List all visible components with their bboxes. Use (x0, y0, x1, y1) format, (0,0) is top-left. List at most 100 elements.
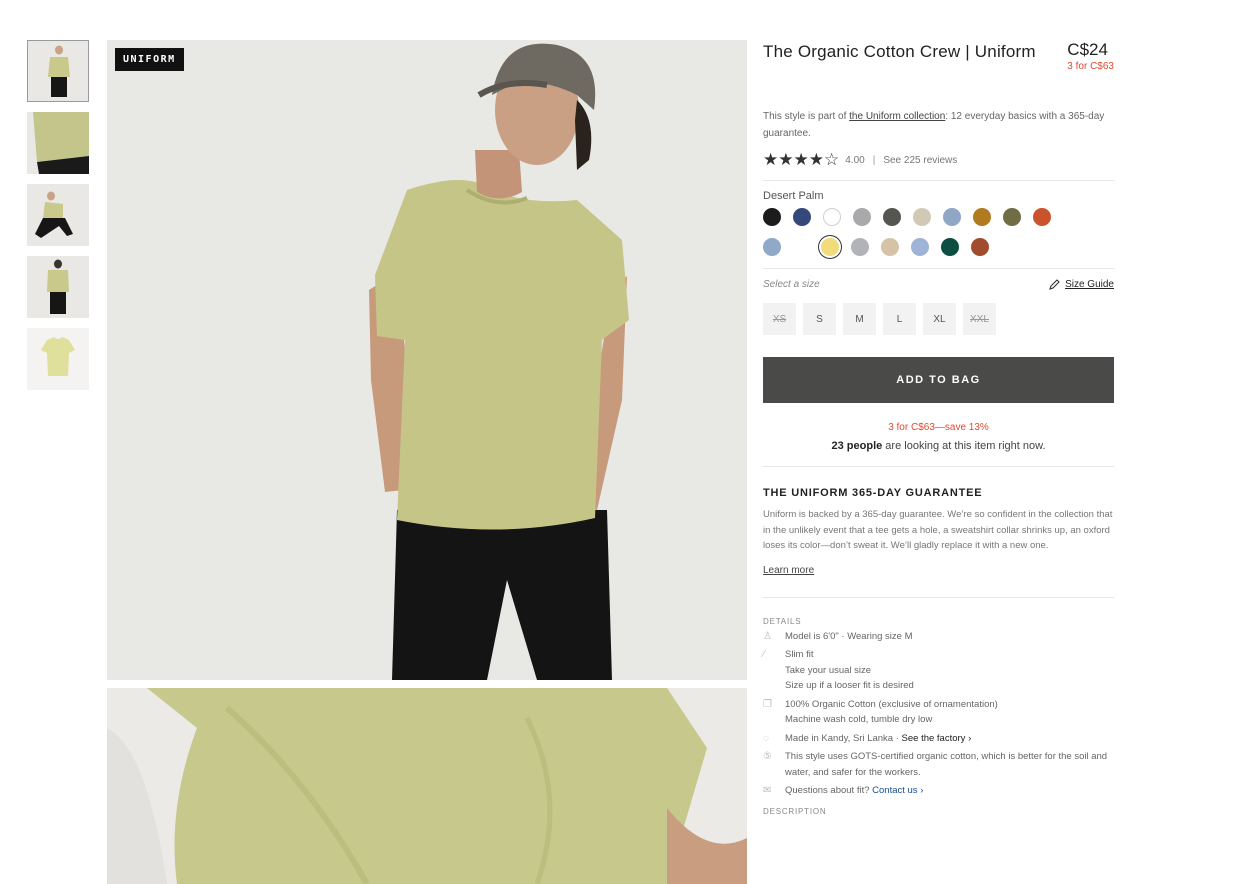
star-icon: ★ (778, 150, 794, 169)
color-swatch[interactable] (823, 208, 841, 226)
divider (763, 596, 1114, 598)
viewers-notice: 23 people are looking at this item right… (763, 440, 1114, 452)
color-swatch[interactable] (883, 208, 901, 226)
detail-fit-line-3: Size up if a looser fit is desired (785, 680, 914, 691)
uniform-badge: UNIFORM (115, 48, 184, 71)
color-swatches (763, 208, 1093, 268)
color-swatch[interactable] (821, 238, 839, 256)
thumbnail-model-front[interactable] (27, 40, 89, 102)
color-swatch[interactable] (793, 208, 811, 226)
selected-color-name: Desert Palm (763, 190, 824, 202)
star-icon: ★ (793, 150, 809, 169)
fabric-icon: ❐ (763, 698, 772, 710)
size-option-l[interactable]: L (883, 303, 916, 335)
size-option-s[interactable]: S (803, 303, 836, 335)
color-swatch[interactable] (881, 238, 899, 256)
thumbnail-flat-lay[interactable] (27, 328, 89, 390)
collection-prefix: This style is part of (763, 111, 850, 122)
divider (763, 268, 1114, 269)
multi-buy-price: 3 for C$63 (1067, 61, 1114, 72)
color-swatch[interactable] (941, 238, 959, 256)
viewers-count: 23 people (831, 440, 883, 452)
color-swatch[interactable] (911, 238, 929, 256)
thumbnail-fabric-closeup-image (27, 112, 89, 174)
thumbnail-model-front-image (28, 41, 88, 101)
color-swatch[interactable] (913, 208, 931, 226)
multi-buy-promo: 3 for C$63—save 13% (888, 422, 989, 433)
color-swatch[interactable] (971, 238, 989, 256)
guarantee-body: Uniform is backed by a 365-day guarantee… (763, 509, 1113, 551)
size-option-xl[interactable]: XL (923, 303, 956, 335)
thumbnail-model-crouching[interactable] (27, 184, 89, 246)
model-photo (107, 40, 747, 680)
detail-contact-text: Questions about fit? (785, 785, 873, 796)
viewers-text: are looking at this item right now. (882, 440, 1046, 452)
mail-icon: ✉ (763, 785, 772, 796)
divider (763, 466, 1114, 467)
rating-row: ★★★★☆ 4.00 | See 225 reviews (763, 150, 1114, 170)
person-icon: ♙ (763, 630, 772, 642)
add-to-bag-button[interactable]: ADD TO BAG (763, 357, 1114, 403)
detail-certification-text: This style uses GOTS-certified organic c… (785, 751, 1108, 778)
thumbnail-fabric-closeup[interactable] (27, 112, 89, 174)
size-guide-link[interactable]: Size Guide (1049, 279, 1114, 290)
guarantee-title: THE UNIFORM 365-DAY GUARANTEE (763, 487, 983, 499)
product-detail-image[interactable] (107, 688, 747, 884)
hanger-icon: ⁄ (763, 649, 765, 660)
size-option-m[interactable]: M (843, 303, 876, 335)
size-options: XS S M L XL XXL (763, 303, 1114, 335)
detail-origin-text: Made in Kandy, Sri Lanka · (785, 732, 902, 744)
description-heading: DESCRIPTION (763, 806, 827, 816)
detail-material: ❐ 100% Organic Cotton (exclusive of orna… (763, 697, 1114, 728)
product-price: C$24 (1067, 40, 1108, 59)
details-heading: DETAILS (763, 616, 802, 626)
star-rating: ★★★★☆ (763, 150, 839, 170)
detail-origin: ◌ Made in Kandy, Sri Lanka · See the fac… (763, 731, 1114, 747)
price-box: C$24 3 for C$63 (1067, 40, 1114, 72)
size-option-xs[interactable]: XS (763, 303, 796, 335)
color-swatch[interactable] (851, 238, 869, 256)
see-factory-link[interactable]: See the factory › (902, 733, 972, 744)
uniform-collection-link[interactable]: the Uniform collection (849, 111, 945, 122)
detail-contact: ✉ Questions about fit? Contact us › (763, 783, 1114, 799)
color-swatch[interactable] (763, 208, 781, 226)
detail-material-line-1: 100% Organic Cotton (exclusive of orname… (785, 698, 998, 710)
reviews-link[interactable]: See 225 reviews (883, 155, 957, 166)
rating-separator: | (872, 154, 876, 166)
product-hero-image[interactable]: UNIFORM (107, 40, 747, 680)
pencil-icon (1049, 279, 1060, 290)
learn-more-link[interactable]: Learn more (763, 565, 814, 576)
color-swatch[interactable] (943, 208, 961, 226)
divider (763, 180, 1114, 181)
thumbnail-flat-lay-image (27, 328, 89, 390)
fabric-closeup-photo (107, 688, 747, 884)
star-outline-icon: ☆ (824, 150, 840, 169)
contact-us-link[interactable]: Contact us › (872, 785, 923, 796)
thumbnail-model-crouching-image (27, 184, 89, 246)
detail-fit: ⁄ Slim fit Take your usual size Size up … (763, 647, 1114, 694)
color-swatch[interactable] (1003, 208, 1021, 226)
color-swatch[interactable] (973, 208, 991, 226)
size-prompt: Select a size (763, 279, 820, 290)
detail-model: ♙ Model is 6'0" · Wearing size M (763, 629, 1114, 645)
star-icon: ★ (808, 150, 824, 169)
size-guide-label: Size Guide (1065, 279, 1114, 290)
certified-icon: ⑤ (763, 751, 772, 762)
thumbnail-strip (27, 40, 91, 400)
product-title: The Organic Cotton Crew | Uniform (763, 42, 1036, 61)
detail-fit-line-1: Slim fit (785, 649, 814, 660)
detail-certification: ⑤ This style uses GOTS-certified organic… (763, 749, 1114, 780)
detail-material-line-2: Machine wash cold, tumble dry low (785, 714, 933, 725)
detail-model-text: Model is 6'0" · Wearing size M (785, 630, 913, 642)
color-swatch[interactable] (1033, 208, 1051, 226)
location-pin-icon: ◌ (763, 732, 769, 744)
thumbnail-model-back-image (27, 256, 89, 318)
color-swatch[interactable] (763, 238, 781, 256)
color-swatch[interactable] (853, 208, 871, 226)
thumbnail-model-back[interactable] (27, 256, 89, 318)
product-panel: The Organic Cotton Crew | Uniform C$24 3… (763, 40, 1114, 816)
collection-note: This style is part of the Uniform collec… (763, 108, 1114, 142)
size-option-xxl[interactable]: XXL (963, 303, 996, 335)
star-icon: ★ (763, 150, 779, 169)
detail-fit-line-2: Take your usual size (785, 664, 872, 676)
